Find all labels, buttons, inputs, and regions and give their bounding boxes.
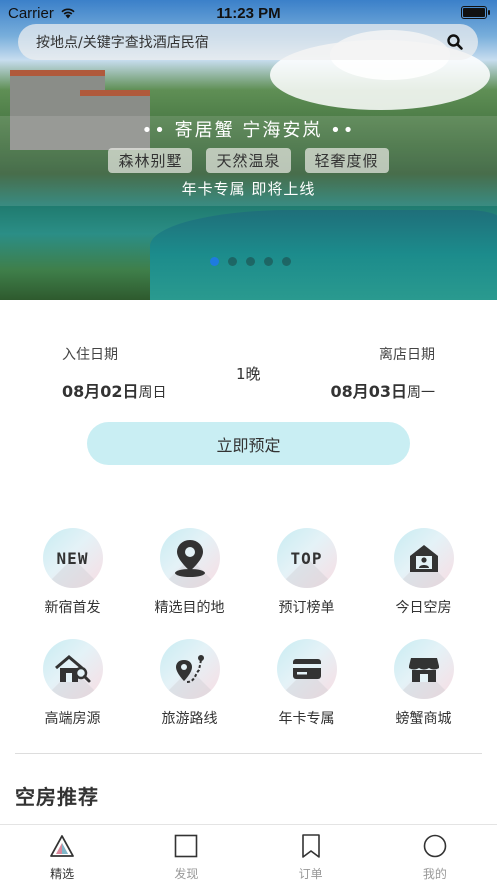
category-premium[interactable]: 高端房源 [14, 639, 131, 728]
category-label: 预订榜单 [278, 600, 335, 616]
checkout-date-value: 08月03日 [330, 382, 407, 401]
date-picker[interactable]: 入住日期 08月02日周日 1晚 离店日期 08月03日周一 [0, 340, 497, 410]
checkout-weekday: 周一 [407, 385, 435, 401]
status-bar: Carrier 11:23 PM [0, 0, 497, 26]
category-rankings[interactable]: TOP 预订榜单 [248, 528, 365, 617]
banner-subtitle: 年卡专属 即将上线 [181, 180, 316, 198]
tab-profile[interactable]: 我的 [373, 825, 497, 883]
category-label: 螃蟹商城 [395, 711, 452, 727]
search-input[interactable]: 按地点/关键字查找酒店民宿 [36, 32, 446, 52]
category-today-rooms[interactable]: 今日空房 [365, 528, 482, 617]
card-icon [292, 659, 321, 679]
category-crab-store[interactable]: 螃蟹商城 [365, 639, 482, 728]
carousel-dot[interactable] [264, 257, 273, 266]
square-icon [175, 834, 198, 858]
tab-label: 发现 [174, 867, 199, 881]
search-bar[interactable]: 按地点/关键字查找酒店民宿 [18, 24, 478, 60]
category-label: 今日空房 [395, 600, 452, 616]
carousel-dot[interactable] [228, 257, 237, 266]
book-now-button[interactable]: 立即预定 [87, 422, 410, 465]
checkin-weekday: 周日 [138, 385, 167, 401]
search-icon[interactable] [446, 33, 464, 51]
checkin-date[interactable]: 08月02日周日 [62, 378, 167, 402]
carousel-dot[interactable] [246, 257, 255, 266]
triangle-icon [50, 835, 75, 857]
category-label: 新宿首发 [44, 600, 101, 616]
carousel-dot[interactable] [210, 257, 219, 266]
top-badge-icon: TOP [276, 528, 337, 588]
banner-tag: 轻奢度假 [304, 148, 389, 173]
category-label: 高端房源 [44, 711, 101, 727]
category-label: 年卡专属 [278, 711, 335, 727]
tab-label: 精选 [50, 867, 75, 881]
banner-image-lake [150, 210, 497, 300]
tab-featured[interactable]: 精选 [0, 825, 124, 883]
circle-icon [423, 834, 447, 858]
category-annual-card[interactable]: 年卡专属 [248, 639, 365, 728]
nights-count: 1晚 [236, 365, 261, 383]
category-grid: NEW 新宿首发 精选目的地 TOP 预订榜单 今日空房 高端房源 旅游路线 年… [14, 528, 484, 728]
top-badge-text: TOP [290, 548, 323, 568]
category-routes[interactable]: 旅游路线 [131, 639, 248, 728]
tab-label: 我的 [422, 867, 447, 881]
house-search-icon [54, 655, 90, 683]
banner-tag: 森林别墅 [108, 148, 193, 173]
tab-label: 订单 [298, 867, 323, 881]
tab-discover[interactable]: 发现 [124, 825, 248, 883]
carousel-dot[interactable] [282, 257, 291, 266]
carousel-indicator [210, 257, 291, 266]
category-new-listings[interactable]: NEW 新宿首发 [14, 528, 131, 617]
clock: 11:23 PM [216, 4, 281, 22]
new-badge-icon: NEW [42, 528, 103, 588]
tab-orders[interactable]: 订单 [249, 825, 373, 883]
banner-tag: 天然温泉 [206, 148, 291, 173]
checkout-label: 离店日期 [379, 347, 435, 363]
category-label: 旅游路线 [161, 711, 218, 727]
route-map-icon [175, 655, 204, 683]
checkout-date[interactable]: 08月03日周一 [330, 378, 435, 402]
house-user-icon [409, 545, 438, 572]
banner-tags: 森林别墅 天然温泉 轻奢度假 [0, 148, 497, 173]
banner-title: •• 寄居蟹 宁海安岚 •• [141, 120, 356, 141]
section-divider [15, 753, 482, 754]
checkin-label: 入住日期 [62, 347, 118, 363]
checkin-date-value: 08月02日 [62, 382, 139, 401]
location-pin-icon [174, 540, 205, 577]
section-title: 空房推荐 [15, 785, 99, 809]
category-destinations[interactable]: 精选目的地 [131, 528, 248, 617]
new-badge-text: NEW [56, 548, 89, 568]
store-icon [408, 658, 439, 682]
bookmark-icon [301, 834, 320, 858]
category-label: 精选目的地 [154, 600, 225, 616]
bottom-tab-bar: 精选 发现 订单 我的 [0, 824, 497, 883]
battery-icon [461, 6, 490, 19]
